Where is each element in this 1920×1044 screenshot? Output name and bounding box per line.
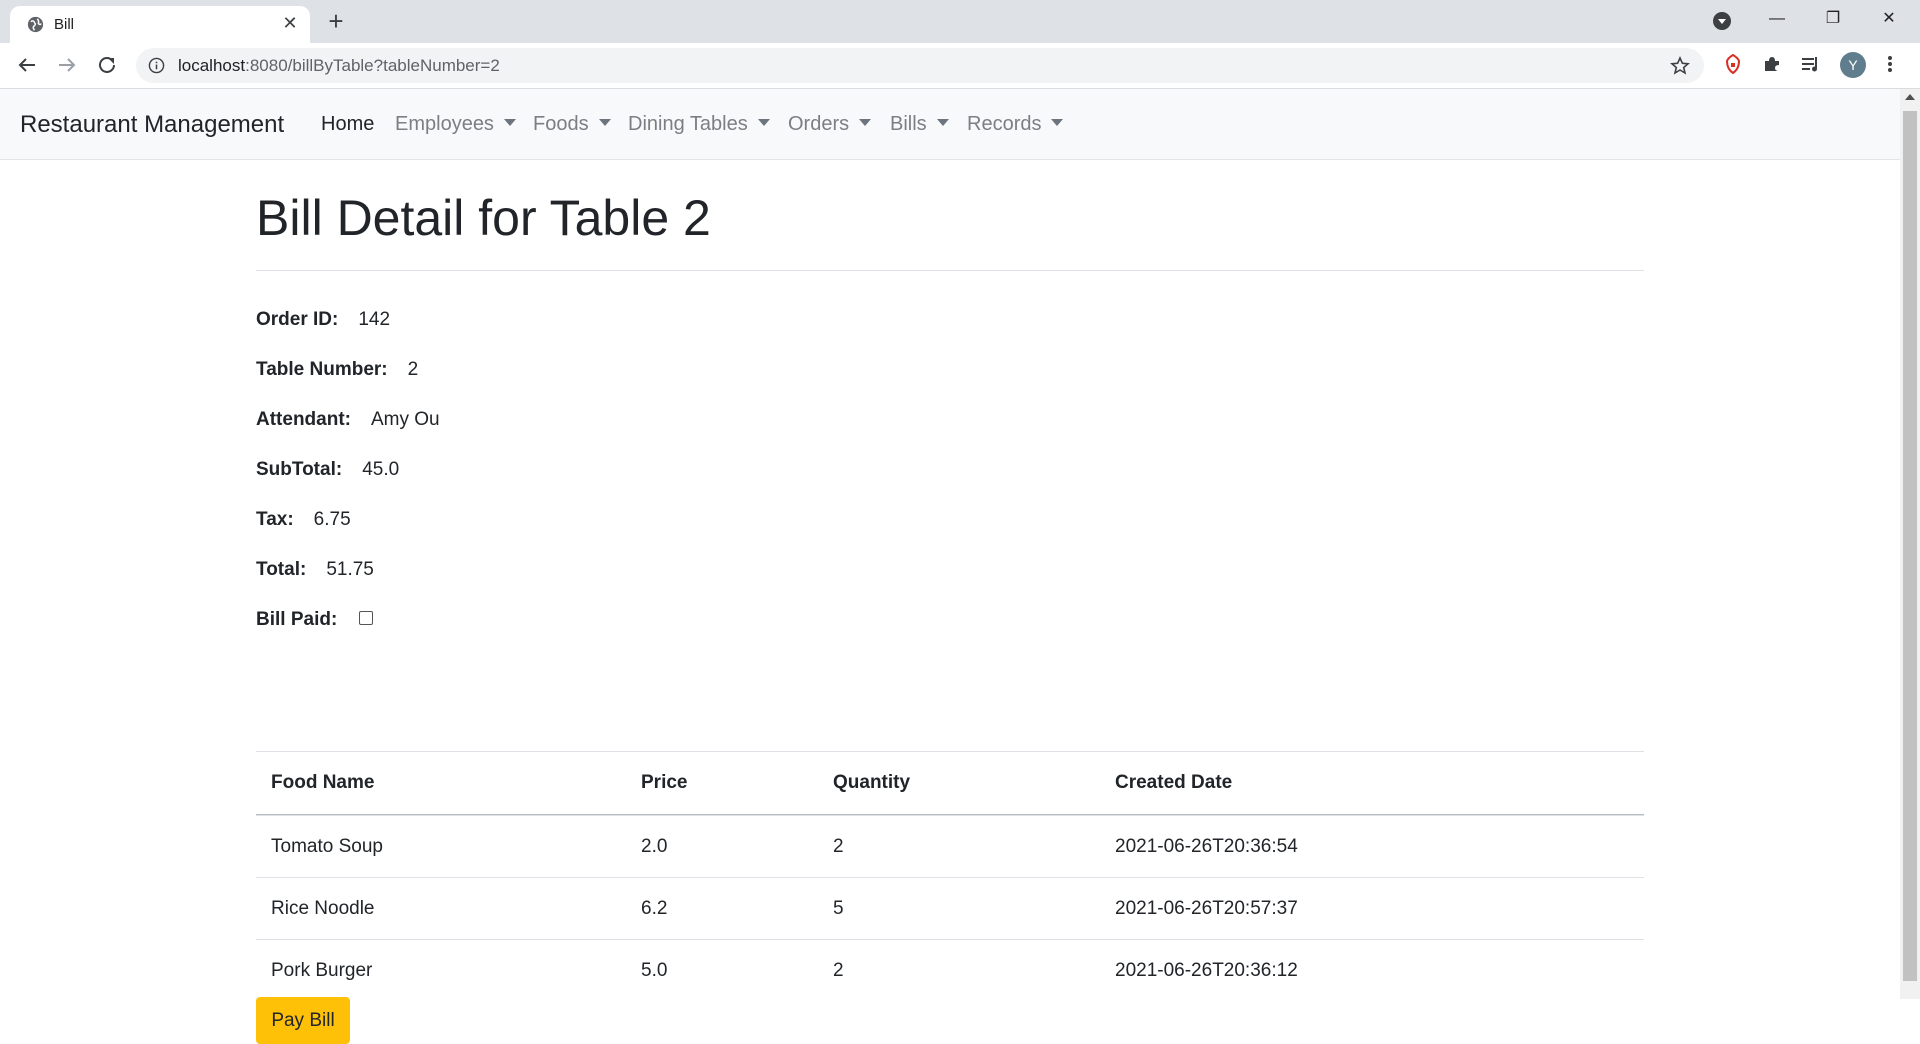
col-header-food-name: Food Name bbox=[271, 772, 375, 793]
bookmark-star-icon[interactable] bbox=[1670, 56, 1690, 76]
caret-down-icon bbox=[757, 119, 770, 126]
table-number-label: Table Number: bbox=[256, 359, 388, 380]
puzzle-extensions-icon[interactable] bbox=[1761, 53, 1783, 75]
cell-quantity: 5 bbox=[833, 898, 844, 919]
tab-search-icon[interactable] bbox=[1712, 11, 1732, 31]
attendant-field: Attendant: Amy Ou bbox=[256, 409, 440, 431]
scroll-up-arrow-icon[interactable] bbox=[1905, 94, 1915, 100]
table-number-field: Table Number: 2 bbox=[256, 359, 418, 381]
nav-orders-label: Orders bbox=[788, 113, 850, 135]
attendant-label: Attendant: bbox=[256, 409, 351, 430]
caret-down-icon bbox=[503, 119, 516, 126]
pay-bill-button[interactable]: Pay Bill bbox=[256, 997, 350, 1044]
minimize-icon[interactable]: — bbox=[1754, 4, 1800, 34]
caret-down-icon bbox=[598, 119, 611, 126]
cell-created-date: 2021-06-26T20:36:12 bbox=[1115, 960, 1298, 981]
url-text: localhost:8080/billByTable?tableNumber=2 bbox=[178, 56, 500, 76]
table-row: Pork Burger 5.0 2 2021-06-26T20:36:12 bbox=[256, 939, 1644, 1001]
order-items-table: Food Name Price Quantity Created Date To… bbox=[256, 751, 1644, 1001]
shield-extension-icon[interactable] bbox=[1722, 53, 1744, 75]
browser-toolbar: localhost:8080/billByTable?tableNumber=2 bbox=[0, 43, 1920, 89]
url-host: localhost bbox=[178, 56, 246, 75]
caret-down-icon bbox=[1051, 119, 1064, 126]
nav-home[interactable]: Home bbox=[321, 113, 374, 136]
scrollbar-thumb[interactable] bbox=[1903, 111, 1917, 981]
cell-created-date: 2021-06-26T20:57:37 bbox=[1115, 898, 1298, 919]
col-header-quantity: Quantity bbox=[833, 772, 911, 793]
nav-dining-tables-label: Dining Tables bbox=[628, 113, 748, 135]
close-window-icon[interactable]: ✕ bbox=[1866, 4, 1912, 34]
total-label: Total: bbox=[256, 559, 307, 580]
cell-food-name: Rice Noodle bbox=[271, 898, 375, 919]
reload-icon[interactable] bbox=[95, 53, 119, 77]
tab-title: Bill bbox=[54, 16, 75, 33]
bill-paid-field: Bill Paid: bbox=[256, 609, 374, 631]
app-navbar: Restaurant Management Home Employees Foo… bbox=[0, 89, 1900, 160]
restore-icon[interactable]: ❐ bbox=[1810, 4, 1856, 34]
page-title: Bill Detail for Table 2 bbox=[256, 190, 711, 246]
col-header-price: Price bbox=[641, 772, 688, 793]
profile-avatar[interactable]: Y bbox=[1840, 52, 1866, 78]
nav-employees[interactable]: Employees bbox=[395, 113, 516, 136]
site-info-icon[interactable] bbox=[148, 57, 165, 74]
total-value: 51.75 bbox=[326, 559, 374, 580]
cell-food-name: Tomato Soup bbox=[271, 836, 383, 857]
table-number-value: 2 bbox=[407, 359, 419, 380]
subtotal-field: SubTotal: 45.0 bbox=[256, 459, 399, 481]
navbar-brand[interactable]: Restaurant Management bbox=[20, 111, 284, 139]
nav-home-label: Home bbox=[321, 113, 375, 135]
tax-value: 6.75 bbox=[313, 509, 351, 530]
forward-arrow-icon[interactable] bbox=[55, 53, 79, 77]
more-menu-icon[interactable] bbox=[1884, 53, 1896, 75]
bill-paid-checkbox[interactable] bbox=[359, 611, 374, 625]
table-header-row: Food Name Price Quantity Created Date bbox=[256, 751, 1644, 815]
nav-foods-label: Foods bbox=[533, 113, 589, 135]
nav-foods[interactable]: Foods bbox=[533, 113, 611, 136]
cell-food-name: Pork Burger bbox=[271, 960, 373, 981]
cell-created-date: 2021-06-26T20:36:54 bbox=[1115, 836, 1298, 857]
cell-price: 2.0 bbox=[641, 836, 668, 857]
address-bar[interactable]: localhost:8080/billByTable?tableNumber=2 bbox=[136, 48, 1704, 83]
nav-employees-label: Employees bbox=[395, 113, 494, 135]
nav-dining-tables[interactable]: Dining Tables bbox=[628, 113, 770, 136]
caret-down-icon bbox=[859, 119, 872, 126]
url-path: :8080/billByTable?tableNumber=2 bbox=[245, 56, 500, 75]
tax-label: Tax: bbox=[256, 509, 294, 530]
attendant-value: Amy Ou bbox=[370, 409, 440, 430]
new-tab-icon[interactable]: + bbox=[323, 8, 349, 35]
table-row: Tomato Soup 2.0 2 2021-06-26T20:36:54 bbox=[256, 815, 1644, 877]
cell-price: 6.2 bbox=[641, 898, 668, 919]
bill-paid-label: Bill Paid: bbox=[256, 609, 338, 630]
order-id-label: Order ID: bbox=[256, 309, 339, 330]
title-divider bbox=[256, 270, 1644, 271]
close-tab-icon[interactable]: ✕ bbox=[280, 13, 300, 33]
col-header-created-date: Created Date bbox=[1115, 772, 1233, 793]
back-arrow-icon[interactable] bbox=[15, 53, 39, 77]
browser-tab[interactable]: Bill ✕ bbox=[10, 6, 310, 43]
browser-tab-strip: Bill ✕ + — ❐ ✕ bbox=[0, 0, 1920, 43]
order-id-field: Order ID: 142 bbox=[256, 309, 390, 331]
nav-records-label: Records bbox=[967, 113, 1042, 135]
globe-icon bbox=[27, 16, 44, 33]
tax-field: Tax: 6.75 bbox=[256, 509, 351, 531]
total-field: Total: 51.75 bbox=[256, 559, 374, 581]
cell-price: 5.0 bbox=[641, 960, 668, 981]
subtotal-value: 45.0 bbox=[362, 459, 400, 480]
order-id-value: 142 bbox=[358, 309, 391, 330]
subtotal-label: SubTotal: bbox=[256, 459, 343, 480]
table-row: Rice Noodle 6.2 5 2021-06-26T20:57:37 bbox=[256, 877, 1644, 939]
page-scrollbar[interactable] bbox=[1900, 89, 1920, 999]
caret-down-icon bbox=[936, 119, 949, 126]
cell-quantity: 2 bbox=[833, 960, 844, 981]
nav-bills[interactable]: Bills bbox=[890, 113, 949, 136]
nav-orders[interactable]: Orders bbox=[788, 113, 872, 136]
media-control-icon[interactable] bbox=[1800, 53, 1822, 75]
nav-records[interactable]: Records bbox=[967, 113, 1064, 136]
cell-quantity: 2 bbox=[833, 836, 844, 857]
nav-bills-label: Bills bbox=[890, 113, 927, 135]
page-viewport: Restaurant Management Home Employees Foo… bbox=[0, 89, 1900, 1044]
